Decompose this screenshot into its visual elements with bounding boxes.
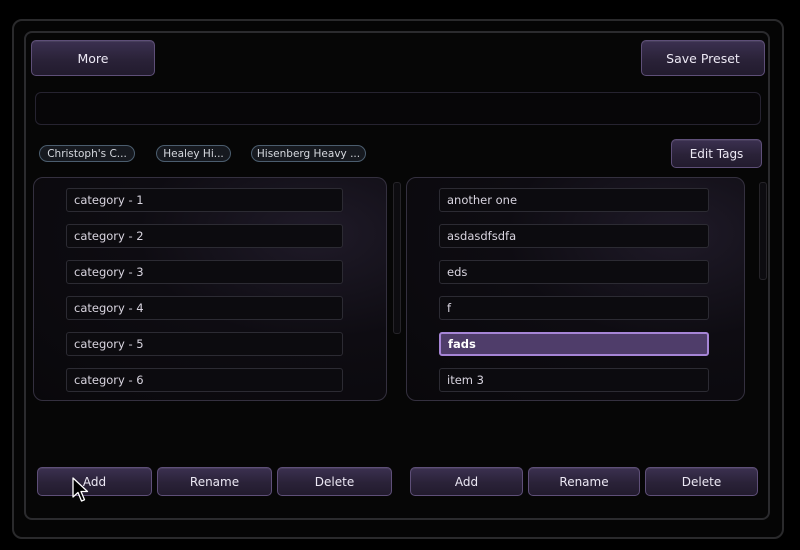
save-preset-button[interactable]: Save Preset	[641, 40, 765, 76]
category-item[interactable]: category - 6	[66, 368, 343, 392]
search-input[interactable]	[35, 92, 761, 125]
preset-item[interactable]: f	[439, 296, 709, 320]
edit-tags-button[interactable]: Edit Tags	[671, 139, 762, 168]
category-item[interactable]: category - 4	[66, 296, 343, 320]
add-preset-button[interactable]: Add	[410, 467, 523, 496]
rename-preset-button[interactable]: Rename	[528, 467, 640, 496]
category-item[interactable]: category - 5	[66, 332, 343, 356]
preset-item[interactable]: asdasdfsdfa	[439, 224, 709, 248]
category-list-scrollbar[interactable]	[393, 182, 401, 334]
delete-category-button[interactable]: Delete	[277, 467, 392, 496]
category-item[interactable]: category - 1	[66, 188, 343, 212]
tag-chip[interactable]: Hisenberg Heavy ...	[251, 145, 366, 162]
add-category-button[interactable]: Add	[37, 467, 152, 496]
preset-item[interactable]: eds	[439, 260, 709, 284]
delete-preset-button[interactable]: Delete	[645, 467, 758, 496]
preset-item-selected[interactable]: fads	[439, 332, 709, 356]
more-button[interactable]: More	[31, 40, 155, 76]
category-item[interactable]: category - 2	[66, 224, 343, 248]
preset-list-scrollbar[interactable]	[759, 182, 767, 280]
preset-item[interactable]: item 3	[439, 368, 709, 392]
tag-chip[interactable]: Healey Hi...	[156, 145, 231, 162]
rename-category-button[interactable]: Rename	[157, 467, 272, 496]
category-item[interactable]: category - 3	[66, 260, 343, 284]
mouse-pointer-icon	[72, 477, 89, 502]
tag-chip[interactable]: Christoph's C...	[39, 145, 135, 162]
preset-item[interactable]: another one	[439, 188, 709, 212]
